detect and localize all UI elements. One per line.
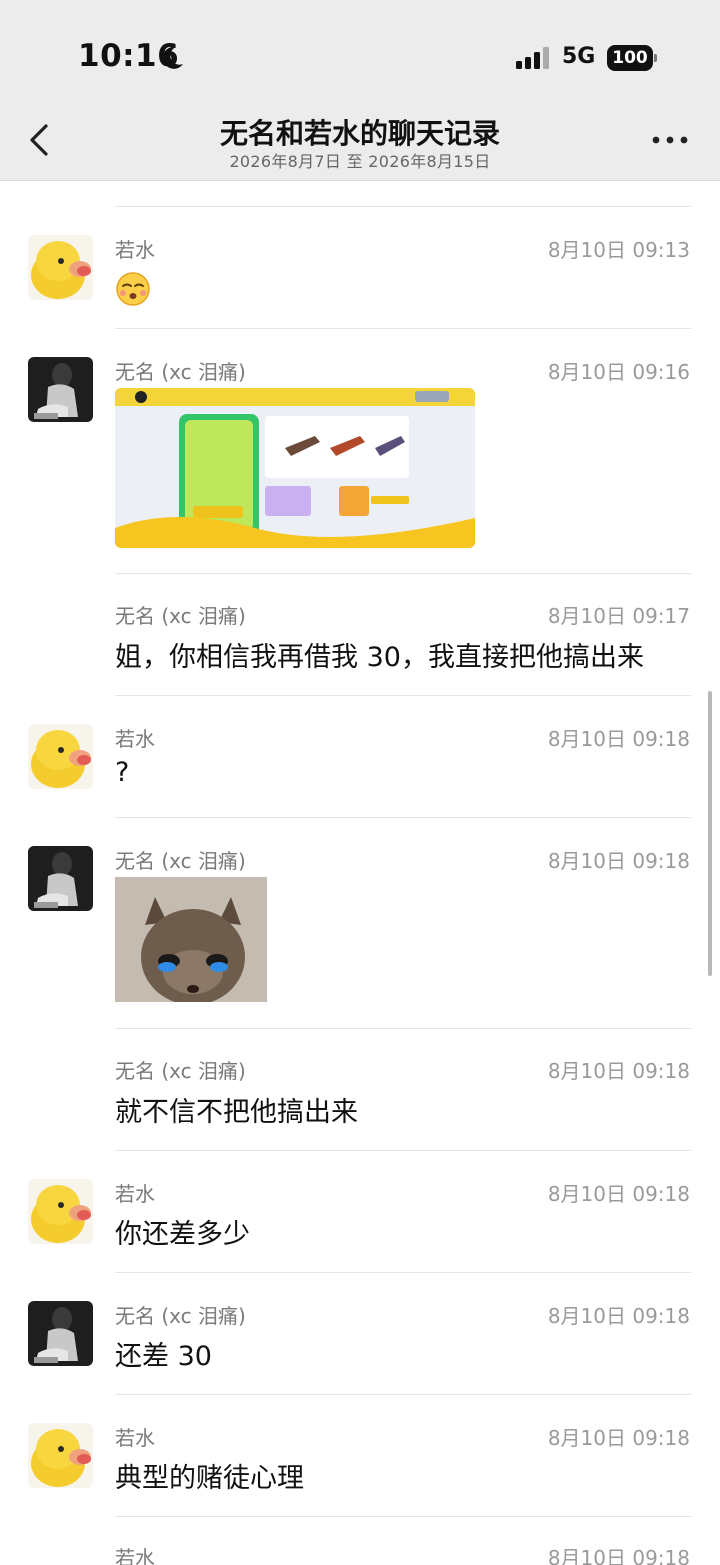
more-options-icon[interactable] [650,128,690,152]
back-chevron-icon[interactable] [22,120,58,160]
divider [115,1272,691,1273]
divider [115,1394,691,1395]
chat-history-list[interactable]: 若水 8月10日 09:13 无名 (xc 泪痛) 8月10日 09:16 无名… [0,181,720,1565]
status-bar: 10:16 5G 100 [0,0,720,110]
date-range: 2026年8月7日 至 2026年8月15日 [229,152,491,171]
avatar-wuming[interactable] [28,1301,93,1366]
portrait-avatar-icon [28,357,93,422]
network-type: 5G [562,44,596,69]
message-time: 8月10日 09:18 [547,849,690,873]
portrait-avatar-icon [28,1301,93,1366]
message-text: 还差 30 [115,1341,212,1372]
message-time: 8月10日 09:16 [547,360,690,384]
divider [115,1150,691,1151]
avatar-ruoshui[interactable] [28,1423,93,1488]
message-text: 你还差多少 [115,1219,250,1250]
divider [115,328,691,329]
sender-name: 无名 (xc 泪痛) [115,849,246,873]
message-time: 8月10日 09:18 [547,1182,690,1206]
duck-avatar-icon [28,724,93,789]
page-title: 无名和若水的聊天记录 [219,117,500,150]
message-time: 8月10日 09:17 [547,604,690,628]
divider [115,1516,691,1517]
scrollbar[interactable] [708,691,712,976]
divider [115,695,691,696]
sender-name: 无名 (xc 泪痛) [115,360,246,384]
sender-name: 无名 (xc 泪痛) [115,1304,246,1328]
moon-icon [162,46,183,69]
sender-name: 若水 [115,1182,155,1206]
avatar-wuming[interactable] [28,846,93,911]
avatar-wuming[interactable] [28,357,93,422]
sender-name: 若水 [115,1426,155,1450]
sender-name: 无名 (xc 泪痛) [115,1059,246,1083]
sender-name: 若水 [115,1546,155,1565]
top-bar: 10:16 5G 100 无名和若水的聊天记录 2026年8月7日 至 2026… [0,0,720,181]
game-screenshot-icon [115,388,475,548]
message-time: 8月10日 09:18 [547,1546,690,1565]
avatar-ruoshui[interactable] [28,1179,93,1244]
message-text: 就不信不把他搞出来 [115,1097,358,1128]
message-text: ? [115,757,130,788]
crying-cat-sticker-image[interactable] [115,877,267,1002]
message-time: 8月10日 09:18 [547,727,690,751]
avatar-ruoshui[interactable] [28,724,93,789]
navigation-bar: 无名和若水的聊天记录 2026年8月7日 至 2026年8月15日 [0,110,720,180]
battery-icon: 100 [607,45,657,71]
portrait-avatar-icon [28,846,93,911]
duck-avatar-icon [28,1423,93,1488]
duck-avatar-icon [28,1179,93,1244]
divider [115,817,691,818]
sender-name: 若水 [115,727,155,751]
divider [115,573,691,574]
cellular-signal-icon [516,47,549,69]
sender-name: 无名 (xc 泪痛) [115,604,246,628]
message-time: 8月10日 09:13 [547,238,690,262]
message-text: 姐，你相信我再借我 30，我直接把他搞出来 [115,642,644,673]
message-time: 8月10日 09:18 [547,1426,690,1450]
battery-level: 100 [607,45,653,71]
avatar-ruoshui[interactable] [28,235,93,300]
divider [115,1028,691,1029]
duck-avatar-icon [28,235,93,300]
game-screenshot-image[interactable] [115,388,475,548]
sender-name: 若水 [115,238,155,262]
crying-cat-icon [115,877,267,1002]
divider [115,206,691,207]
kissing-face-emoji-icon [116,272,150,306]
message-time: 8月10日 09:18 [547,1059,690,1083]
message-text: 典型的赌徒心理 [115,1463,304,1494]
message-time: 8月10日 09:18 [547,1304,690,1328]
